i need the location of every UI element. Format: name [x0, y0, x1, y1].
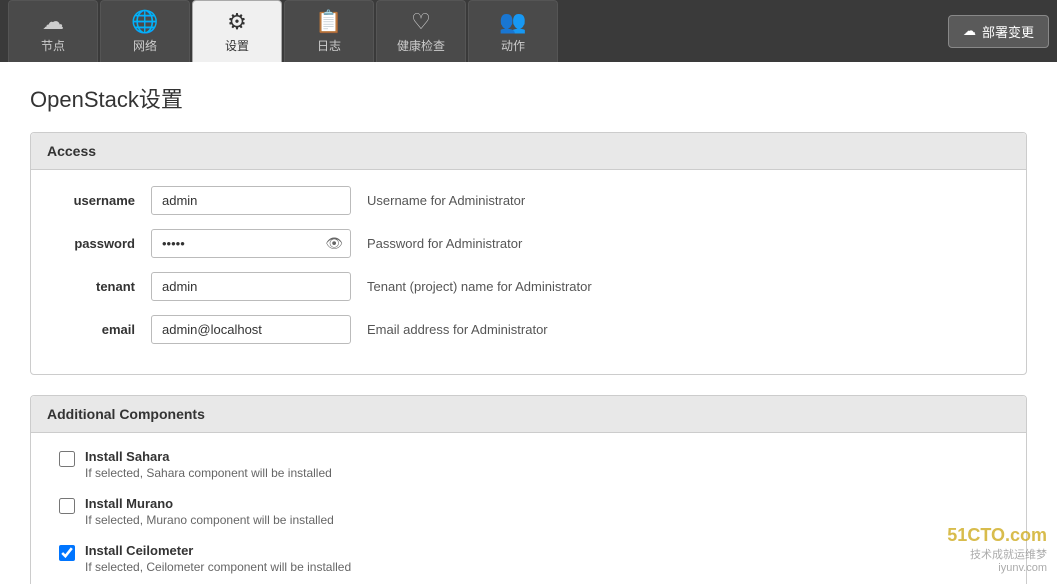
deploy-button[interactable]: ☁ 部署变更	[948, 15, 1049, 48]
tab-actions-label: 动作	[501, 37, 525, 54]
email-label: email	[51, 322, 151, 337]
access-section-body: username Username for Administrator pass…	[31, 170, 1026, 374]
health-icon: ♡	[411, 9, 431, 35]
tab-logs[interactable]: 📋 日志	[284, 0, 374, 62]
tab-actions[interactable]: 👥 动作	[468, 0, 558, 62]
ceilometer-checkbox[interactable]	[59, 545, 75, 561]
components-section-header: Additional Components	[31, 396, 1026, 433]
email-row: email Email address for Administrator	[51, 315, 1006, 344]
top-nav: ☁ 节点 🌐 网络 ⚙ 设置 📋 日志 ♡ 健康检查 👥 动作 ☁ 部署变更	[0, 0, 1057, 62]
ceilometer-item: Install Ceilometer If selected, Ceilomet…	[51, 543, 1006, 574]
watermark-line3: iyunv.com	[947, 562, 1047, 574]
username-input-wrap	[151, 186, 351, 215]
actions-icon: 👥	[499, 9, 526, 35]
password-row: password 👁 Password for Administrator	[51, 229, 1006, 258]
tab-logs-label: 日志	[317, 37, 341, 54]
tenant-label: tenant	[51, 279, 151, 294]
sahara-title: Install Sahara	[85, 449, 332, 464]
ceilometer-text: Install Ceilometer If selected, Ceilomet…	[85, 543, 351, 574]
cloud-icon: ☁	[963, 23, 976, 39]
username-label: username	[51, 193, 151, 208]
tab-health[interactable]: ♡ 健康检查	[376, 0, 466, 62]
tab-network-label: 网络	[133, 37, 157, 54]
main-content: OpenStack设置 Access username Username for…	[0, 62, 1057, 584]
tab-nodes-label: 节点	[41, 37, 65, 54]
sahara-checkbox[interactable]	[59, 451, 75, 467]
email-hint: Email address for Administrator	[367, 322, 548, 337]
tenant-input-wrap	[151, 272, 351, 301]
email-input[interactable]	[151, 315, 351, 344]
murano-item: Install Murano If selected, Murano compo…	[51, 496, 1006, 527]
tab-nodes[interactable]: ☁ 节点	[8, 0, 98, 62]
tab-health-label: 健康检查	[397, 37, 445, 54]
watermark-line1: 51CTO.com	[947, 525, 1047, 546]
ceilometer-desc: If selected, Ceilometer component will b…	[85, 560, 351, 574]
access-section-header: Access	[31, 133, 1026, 170]
access-section: Access username Username for Administrat…	[30, 132, 1027, 375]
password-eye-button[interactable]: 👁	[323, 233, 345, 254]
watermark: 51CTO.com 技术成就运维梦 iyunv.com	[947, 525, 1047, 574]
password-input[interactable]	[151, 229, 351, 258]
murano-desc: If selected, Murano component will be in…	[85, 513, 334, 527]
components-section-body: Install Sahara If selected, Sahara compo…	[31, 433, 1026, 584]
deploy-button-label: 部署变更	[982, 22, 1034, 41]
tenant-row: tenant Tenant (project) name for Adminis…	[51, 272, 1006, 301]
watermark-line2: 技术成就运维梦	[947, 546, 1047, 562]
ceilometer-title: Install Ceilometer	[85, 543, 351, 558]
sahara-item: Install Sahara If selected, Sahara compo…	[51, 449, 1006, 480]
components-section: Additional Components Install Sahara If …	[30, 395, 1027, 584]
sahara-desc: If selected, Sahara component will be in…	[85, 466, 332, 480]
logs-icon: 📋	[315, 9, 342, 35]
username-hint: Username for Administrator	[367, 193, 525, 208]
email-input-wrap	[151, 315, 351, 344]
tenant-hint: Tenant (project) name for Administrator	[367, 279, 592, 294]
tenant-input[interactable]	[151, 272, 351, 301]
sahara-text: Install Sahara If selected, Sahara compo…	[85, 449, 332, 480]
network-icon: 🌐	[131, 9, 158, 35]
tab-network[interactable]: 🌐 网络	[100, 0, 190, 62]
page-title: OpenStack设置	[30, 82, 1027, 114]
murano-checkbox[interactable]	[59, 498, 75, 514]
tab-settings-label: 设置	[225, 37, 249, 54]
tab-settings[interactable]: ⚙ 设置	[192, 0, 282, 62]
murano-text: Install Murano If selected, Murano compo…	[85, 496, 334, 527]
settings-icon: ⚙	[227, 9, 247, 35]
nodes-icon: ☁	[42, 9, 64, 35]
username-input[interactable]	[151, 186, 351, 215]
murano-title: Install Murano	[85, 496, 334, 511]
password-input-wrap: 👁	[151, 229, 351, 258]
username-row: username Username for Administrator	[51, 186, 1006, 215]
password-label: password	[51, 236, 151, 251]
password-hint: Password for Administrator	[367, 236, 522, 251]
